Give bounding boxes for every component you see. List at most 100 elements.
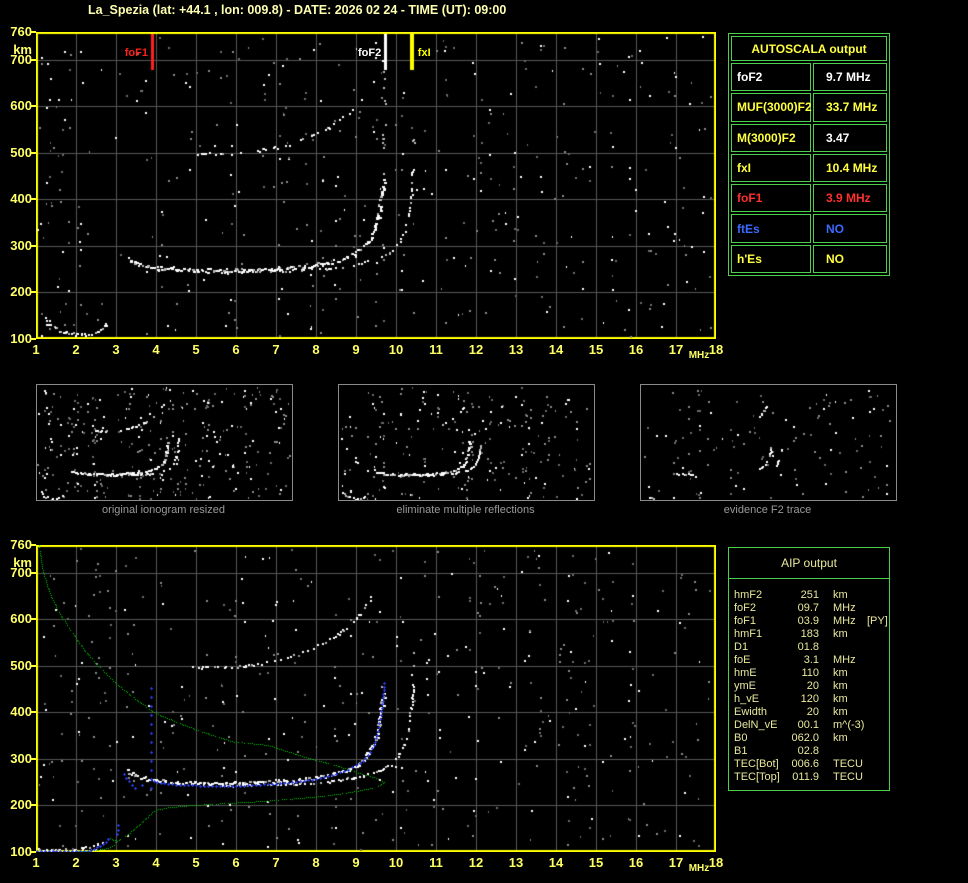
param-note <box>867 693 889 706</box>
param-unit <box>833 641 867 654</box>
x-tick-label: 1 <box>32 342 40 357</box>
y-axis-unit-label: km <box>13 555 32 570</box>
y-tick-label: 760 <box>10 24 32 39</box>
param-note <box>867 628 889 641</box>
x-tick-label: 8 <box>312 342 320 357</box>
table-row: B0 062.0 km <box>734 732 889 745</box>
table-row: fxI 10.4 MHz <box>731 153 887 183</box>
param-value: 006.6 <box>791 758 819 770</box>
param-label: foF1 <box>734 615 757 627</box>
param-value: 03.9 <box>797 615 819 627</box>
param-note <box>867 667 889 680</box>
param-label: h'Es <box>731 244 811 273</box>
table-row: DelN_vE 00.1 m^(-3) <box>734 719 889 732</box>
param-value: 3.47 <box>813 123 887 152</box>
x-tick-label: 11 <box>429 855 443 870</box>
y-tick-label: 200 <box>10 797 32 813</box>
param-unit: km <box>833 680 848 692</box>
table-row: foF2 09.7 MHz <box>734 602 889 615</box>
param-label: hmF2 <box>734 589 763 601</box>
table-row: M(3000)F2 3.47 <box>731 123 887 152</box>
x-tick-label: 7 <box>272 342 280 357</box>
param-label: MUF(3000)F2 <box>731 93 812 122</box>
param-value: 01.8 <box>797 641 819 653</box>
autoscala-window: La_Spezia (lat: +44.1 , lon: 009.8) - DA… <box>0 0 968 883</box>
param-note <box>867 771 889 784</box>
y-tick-mark <box>31 851 36 853</box>
y-tick-mark <box>31 338 36 340</box>
table-row: foF1 03.9 MHz [PY] <box>734 615 889 628</box>
table-row: foF2 9.7 MHz <box>731 63 887 92</box>
param-unit: MHz <box>833 654 856 666</box>
table-row: B1 02.8 <box>734 745 889 758</box>
y-tick-mark <box>31 31 36 33</box>
x-tick-label: 14 <box>548 855 564 870</box>
aip-output-table: AIP output hmF2 251 km foF2 09.7 MHz foF1 03.… <box>728 547 890 791</box>
marker-label-foF1: foF1 <box>124 47 148 59</box>
x-tick-label: 6 <box>232 342 240 357</box>
param-value: 20 <box>806 680 819 692</box>
param-label: h_vE <box>734 693 760 705</box>
thumbnail-original-ionogram <box>36 384 293 501</box>
table-row: Ewidth 20 km <box>734 706 889 719</box>
table-row: h'Es NO <box>731 244 887 273</box>
param-value: 110 <box>801 667 819 679</box>
y-tick-mark <box>31 291 36 294</box>
aip-table-rows: hmF2 251 km foF2 09.7 MHz foF1 03.9 MHz [PY] hm… <box>729 579 889 784</box>
param-value: NO <box>813 244 887 273</box>
param-label: TEC[Bot] <box>734 758 779 770</box>
param-unit: MHz <box>833 602 856 614</box>
y-tick-mark <box>31 804 36 807</box>
y-tick-label: 400 <box>10 191 32 207</box>
scaled-ionogram-plot <box>36 32 716 339</box>
marker-label-foF2: foF2 <box>357 47 382 59</box>
x-tick-label: 13 <box>508 342 524 357</box>
param-value: 062.0 <box>791 732 819 744</box>
aip-ionogram-plot <box>36 545 716 852</box>
thumbnail-caption: original ionogram resized <box>102 504 225 516</box>
param-value: 00.1 <box>797 719 819 731</box>
param-label: M(3000)F2 <box>731 123 811 152</box>
param-note <box>867 719 889 732</box>
param-value: 3.1 <box>803 654 819 666</box>
param-value: 120 <box>800 693 819 705</box>
param-label: foF2 <box>734 602 757 614</box>
param-note <box>867 680 889 693</box>
table-row: ymE 20 km <box>734 680 889 693</box>
x-tick-label: 12 <box>468 342 484 357</box>
param-value: 20 <box>806 706 819 718</box>
y-axis-unit-label: km <box>13 42 32 57</box>
table-row: ftEs NO <box>731 214 887 243</box>
table-row: hmF2 251 km <box>734 589 889 602</box>
x-tick-label: 4 <box>152 342 160 357</box>
param-value: 011.9 <box>792 771 819 783</box>
param-label: ftEs <box>731 214 811 243</box>
autoscala-table-title: AUTOSCALA output <box>731 36 887 61</box>
y-tick-label: 200 <box>10 284 32 300</box>
x-axis-unit-label: MHz <box>688 350 710 361</box>
table-row: D1 01.8 <box>734 641 889 654</box>
param-label: hmE <box>734 667 757 679</box>
y-tick-label: 300 <box>10 750 32 766</box>
param-label: foF1 <box>731 184 811 213</box>
x-tick-label: 10 <box>388 342 404 357</box>
y-tick-mark <box>31 757 36 760</box>
x-tick-label: 14 <box>548 342 564 357</box>
param-label: Ewidth <box>734 706 768 718</box>
x-tick-label: 7 <box>272 855 280 870</box>
param-value: 10.4 MHz <box>813 153 887 183</box>
param-label: D1 <box>734 641 749 653</box>
y-tick-label: 500 <box>10 657 32 673</box>
thumbnail-caption: eliminate multiple reflections <box>396 504 535 516</box>
param-value: 02.8 <box>797 745 819 757</box>
table-row: MUF(3000)F2 33.7 MHz <box>731 93 887 122</box>
x-tick-label: 2 <box>72 342 80 357</box>
x-tick-label: 9 <box>352 342 360 357</box>
x-tick-label: 15 <box>588 342 604 357</box>
param-unit: km <box>833 693 848 705</box>
y-tick-label: 400 <box>10 704 32 720</box>
thumbnail-evidence-f2-trace <box>640 384 897 501</box>
table-row: foE 3.1 MHz <box>734 654 889 667</box>
x-tick-label: 6 <box>232 855 240 870</box>
table-row: foF1 3.9 MHz <box>731 184 887 213</box>
